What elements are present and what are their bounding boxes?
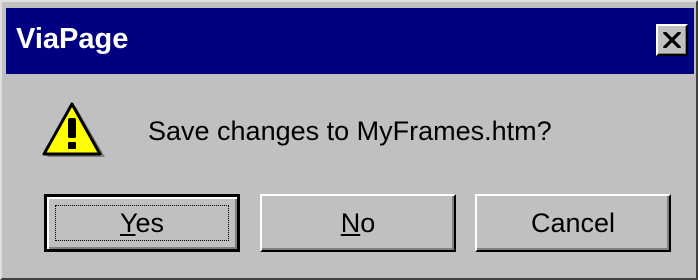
window-title: ViaPage bbox=[16, 23, 129, 55]
save-changes-dialog: ViaPage Save changes to MyFrames.htm? Ye… bbox=[0, 0, 698, 280]
close-icon bbox=[663, 32, 681, 48]
warning-icon bbox=[42, 102, 106, 160]
yes-button-label: Yes bbox=[119, 207, 165, 238]
close-button[interactable] bbox=[656, 24, 688, 56]
no-button[interactable]: No bbox=[260, 194, 456, 252]
cancel-button-label: Cancel bbox=[530, 207, 616, 238]
title-bar[interactable]: ViaPage bbox=[6, 8, 694, 74]
message-text: Save changes to MyFrames.htm? bbox=[148, 116, 552, 146]
no-button-label: No bbox=[340, 207, 376, 238]
yes-button[interactable]: Yes bbox=[44, 194, 240, 252]
cancel-button[interactable]: Cancel bbox=[475, 194, 671, 252]
